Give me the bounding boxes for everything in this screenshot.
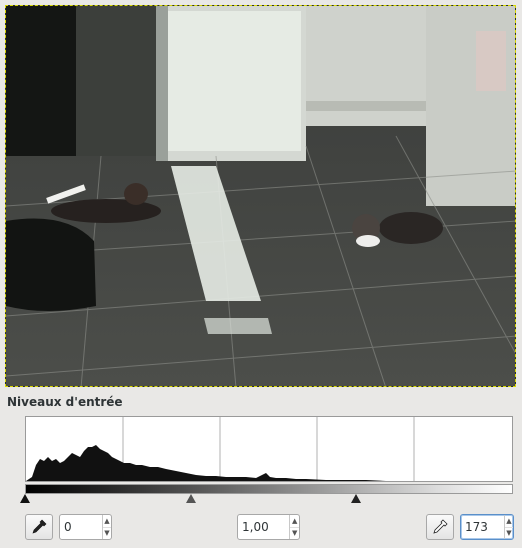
gamma-spinner[interactable]: ▲ ▼ bbox=[237, 514, 300, 540]
gamma-field[interactable] bbox=[238, 515, 290, 539]
low-input-handle[interactable] bbox=[20, 494, 30, 503]
level-handles[interactable] bbox=[20, 494, 513, 504]
high-decrease-button[interactable]: ▼ bbox=[504, 526, 513, 540]
histogram[interactable] bbox=[25, 416, 513, 482]
image-canvas[interactable] bbox=[5, 5, 516, 387]
high-input-handle[interactable] bbox=[351, 494, 362, 503]
pick-black-point-button[interactable] bbox=[25, 514, 53, 540]
gamma-handle[interactable] bbox=[185, 494, 196, 503]
high-input-spinner[interactable]: ▲ ▼ bbox=[460, 514, 514, 540]
low-input-spinner[interactable]: ▲ ▼ bbox=[59, 514, 112, 540]
kitchen-photo bbox=[6, 6, 515, 386]
histogram-graph bbox=[26, 417, 512, 481]
low-decrease-button[interactable]: ▼ bbox=[103, 526, 111, 540]
low-increase-button[interactable]: ▲ bbox=[103, 515, 111, 527]
gamma-decrease-button[interactable]: ▼ bbox=[290, 526, 299, 540]
low-input-field[interactable] bbox=[60, 515, 102, 539]
pick-white-point-button[interactable] bbox=[426, 514, 454, 540]
input-gradient-bar bbox=[25, 484, 513, 494]
eyedropper-white-icon bbox=[433, 519, 448, 534]
input-levels-label: Niveaux d'entrée bbox=[7, 395, 123, 409]
gamma-increase-button[interactable]: ▲ bbox=[290, 515, 299, 527]
high-input-field[interactable] bbox=[461, 515, 504, 539]
high-increase-button[interactable]: ▲ bbox=[505, 515, 513, 527]
eyedropper-black-icon bbox=[32, 519, 47, 534]
